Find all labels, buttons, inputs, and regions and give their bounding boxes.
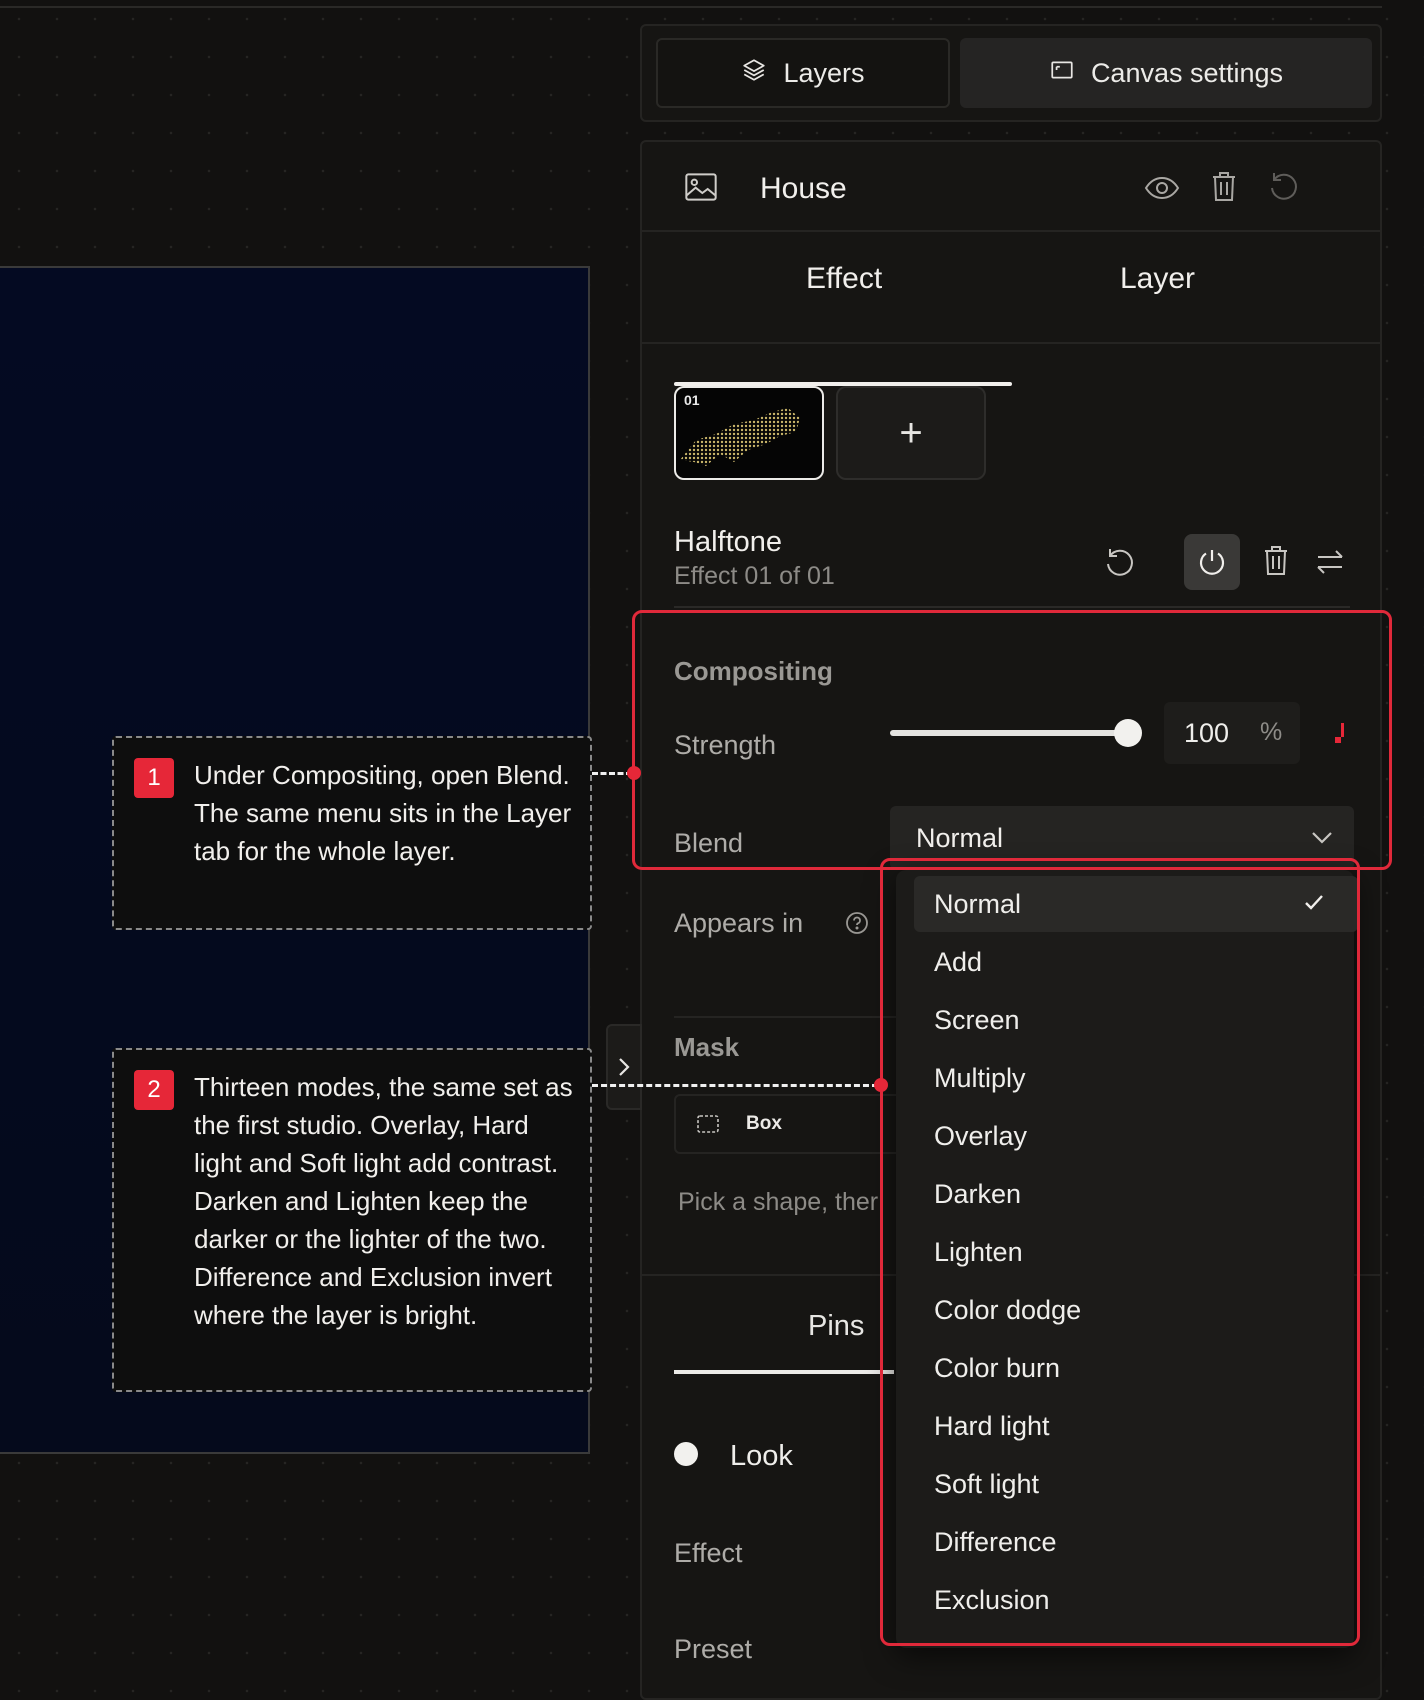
mask-heading: Mask: [674, 1032, 740, 1062]
callout-text: Under Compositing, open Blend. The same …: [194, 760, 572, 866]
trash-icon[interactable]: [1204, 166, 1244, 206]
effect-trash-icon[interactable]: [1256, 540, 1296, 580]
callout-2-anchor: [874, 1078, 888, 1092]
callout-2: 2 Thirteen modes, the same set as the fi…: [112, 1048, 592, 1392]
effect-name: Halftone: [674, 526, 783, 558]
tab-pins[interactable]: Pins: [808, 1310, 864, 1343]
chevron-right-icon: [619, 1058, 630, 1076]
callout-1-connector: [592, 772, 632, 775]
appears-in-label: Appears in: [674, 908, 804, 938]
tab-canvas-settings[interactable]: Canvas settings: [960, 38, 1372, 108]
tab-effect[interactable]: Effect: [806, 262, 882, 296]
pins-effect-label: Effect: [674, 1538, 743, 1568]
mask-shape-box[interactable]: Box: [674, 1094, 904, 1154]
layers-icon: [741, 57, 767, 90]
tab-layers[interactable]: Layers: [656, 38, 950, 108]
pins-tab-indicator: [674, 1370, 894, 1374]
top-border: [0, 0, 1382, 8]
callout-text: Thirteen modes, the same set as the firs…: [194, 1072, 573, 1330]
thumbnail-number: 01: [684, 392, 700, 408]
reset-icon[interactable]: [1264, 166, 1304, 206]
image-icon: [684, 170, 718, 204]
panel-collapse-toggle[interactable]: [606, 1024, 642, 1110]
power-icon: [1192, 542, 1232, 582]
callout-2-connector: [592, 1084, 878, 1087]
tab-layers-label: Layers: [783, 57, 865, 88]
add-effect-button[interactable]: +: [836, 386, 986, 480]
mask-box-label: Box: [746, 1113, 782, 1134]
compositing-highlight: [632, 610, 1392, 870]
tab-canvas-settings-label: Canvas settings: [1090, 57, 1284, 88]
effect-separator: [674, 606, 1350, 608]
tab-layer[interactable]: Layer: [1120, 262, 1195, 296]
mask-hint: Pick a shape, ther: [678, 1188, 879, 1216]
swap-icon[interactable]: [1310, 542, 1350, 582]
look-label: Look: [730, 1440, 793, 1472]
callout-1: 1 Under Compositing, open Blend. The sam…: [112, 736, 592, 930]
preset-label: Preset: [674, 1634, 753, 1664]
callout-badge: 2: [134, 1070, 174, 1110]
eye-icon[interactable]: [1142, 168, 1182, 208]
callout-1-anchor: [627, 766, 641, 780]
effect-thumbnail[interactable]: 01: [674, 386, 824, 480]
layer-header: House: [642, 142, 1382, 232]
box-select-icon: [696, 1112, 720, 1136]
panel-top-tabs: Layers Canvas settings: [640, 24, 1382, 122]
callout-badge: 1: [134, 758, 174, 798]
help-icon[interactable]: [842, 908, 872, 938]
look-dot-icon: [674, 1442, 698, 1466]
effect-reset-icon[interactable]: [1100, 542, 1140, 582]
effect-layer-tabs: Effect Layer: [642, 232, 1382, 344]
canvas-icon: [1049, 57, 1075, 90]
layer-title: House: [760, 172, 847, 205]
dropdown-highlight: [880, 858, 1360, 1646]
effect-subtitle: Effect 01 of 01: [674, 562, 835, 590]
